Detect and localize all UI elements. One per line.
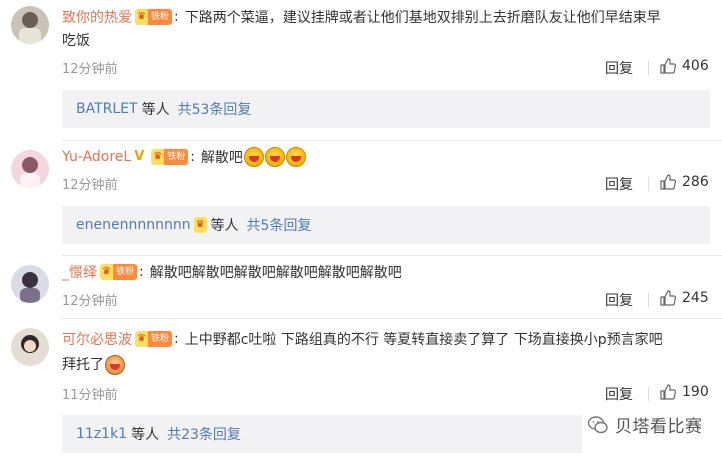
thumbs-up-icon (660, 174, 676, 190)
fan-badge: ♛ (193, 217, 207, 233)
reply-summary[interactable]: BATRLET 等人 共53条回复 (62, 90, 710, 128)
like-count: 190 (682, 384, 709, 400)
timestamp: 12分钟前 (62, 178, 118, 193)
reply-button[interactable]: 回复 (605, 290, 633, 310)
divider (648, 177, 649, 191)
reply-user-link[interactable]: 11z1k1 (76, 426, 127, 442)
view-replies-link[interactable]: 共23条回复 (167, 424, 241, 444)
laughing-emoji-icon (285, 147, 306, 167)
username-link[interactable]: 可尔必思波 (62, 329, 132, 349)
thumbs-up-icon (660, 290, 676, 306)
watermark-text: 贝塔看比赛 (615, 417, 703, 437)
avatar[interactable] (11, 328, 49, 366)
divider (648, 61, 649, 75)
thumbs-up-icon (660, 384, 676, 400)
comment-text-continued: 吃饭 (62, 33, 90, 49)
view-replies-link[interactable]: 共5条回复 (247, 215, 312, 235)
timestamp: 12分钟前 (62, 62, 118, 77)
timestamp: 11分钟前 (62, 388, 118, 403)
like-button[interactable]: 245 (660, 290, 709, 306)
like-button[interactable]: 190 (660, 384, 709, 400)
comment-divider (62, 318, 722, 319)
verified-v-icon: V (134, 149, 145, 164)
laughing-emoji-icon (243, 147, 264, 167)
comment-divider (62, 255, 722, 256)
username-link[interactable]: 致你的热爱 (62, 7, 132, 27)
crown-icon: ♛ (135, 9, 148, 25)
wechat-icon (587, 415, 608, 433)
crown-icon: ♛ (100, 264, 113, 280)
fan-badge[interactable]: ♛ 铁粉 (135, 9, 172, 25)
reply-button[interactable]: 回复 (605, 58, 633, 78)
comment-text: 解散吧 (200, 150, 243, 166)
comment-text: 解散吧解散吧解散吧解散吧解散吧解散吧 (149, 265, 402, 281)
crown-icon: ♛ (135, 331, 148, 347)
reply-summary[interactable]: enenennnnnnnn ♛ 等人 共5条回复 (62, 206, 710, 244)
view-replies-link[interactable]: 共53条回复 (178, 99, 252, 119)
like-count: 286 (682, 174, 709, 190)
divider (648, 293, 649, 307)
crown-icon: ♛ (193, 217, 207, 233)
divider (648, 387, 649, 401)
watermark: 贝塔看比赛 (583, 410, 707, 439)
avatar[interactable] (11, 150, 49, 188)
reply-button[interactable]: 回复 (605, 174, 633, 194)
like-button[interactable]: 406 (660, 58, 709, 74)
username-link[interactable]: Yu-AdoreL (62, 149, 131, 165)
timestamp: 12分钟前 (62, 294, 118, 309)
like-count: 406 (682, 58, 709, 74)
comment-text: 上中野都c吐啦 下路组真的不行 等夏转直接卖了算了 下场直接换小p预言家吧 (184, 332, 663, 348)
avatar[interactable] (11, 265, 49, 303)
fan-badge[interactable]: ♛ 铁粉 (135, 331, 172, 347)
crown-icon: ♛ (151, 149, 165, 165)
reply-user-link[interactable]: enenennnnnnnn (76, 217, 191, 233)
comment-text-continued: 拜托了 (62, 357, 104, 373)
avatar[interactable] (11, 6, 49, 44)
thumbs-up-icon (660, 58, 676, 74)
like-count: 245 (682, 290, 709, 306)
reply-user-link[interactable]: BATRLET (76, 101, 138, 117)
laughing-emoji-icon (264, 147, 285, 167)
comment-text: 下路两个菜逼，建议挂牌或者让他们基地双排别上去折磨队友让他们早结束早 (184, 10, 661, 26)
reply-summary[interactable]: 11z1k1 等人 共23条回复 (62, 415, 582, 453)
fan-badge[interactable]: ♛ 铁粉 (151, 149, 189, 165)
like-button[interactable]: 286 (660, 174, 709, 190)
comment-divider (62, 140, 722, 141)
pleading-emoji-icon (105, 355, 125, 375)
fan-badge[interactable]: ♛ 铁粉 (100, 264, 137, 280)
username-link[interactable]: _憬绎 (62, 262, 97, 282)
reply-button[interactable]: 回复 (605, 384, 633, 404)
